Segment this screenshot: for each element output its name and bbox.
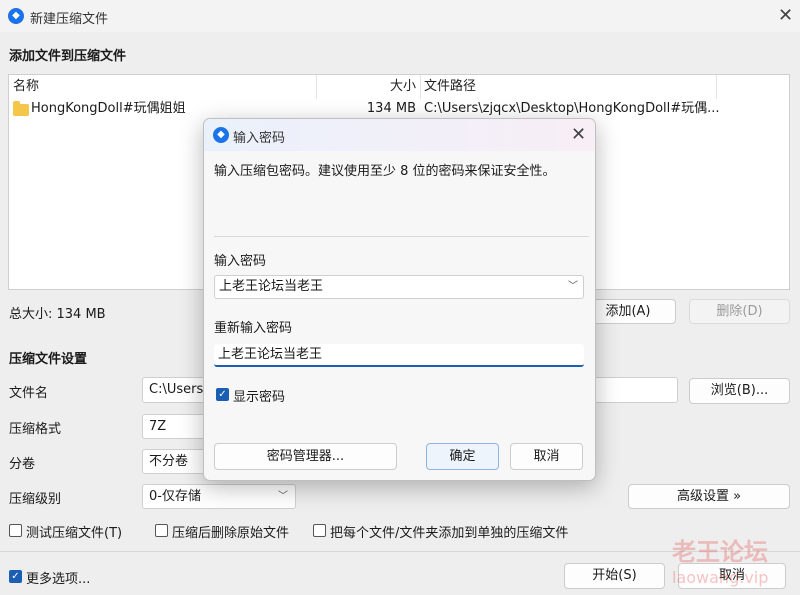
chevron-down-icon[interactable]: ﹀ xyxy=(568,276,578,297)
password-label: 输入密码 xyxy=(214,254,267,269)
password-combobox[interactable]: 上老王论坛当老王 ﹀ xyxy=(214,275,584,299)
more-options-checkbox[interactable]: ✓ xyxy=(9,570,22,583)
password-dialog: ◆ 输入密码 ✕ 输入压缩包密码。建议使用至少 8 位的密码来保证安全性。 输入… xyxy=(203,118,596,481)
window-title-bar: ◆ 新建压缩文件 ✕ xyxy=(0,0,800,32)
section-settings: 压缩文件设置 xyxy=(9,352,88,367)
folder-icon xyxy=(13,101,29,116)
show-password-checkbox[interactable]: ✓ xyxy=(216,388,229,401)
separate-archives-label[interactable]: 把每个文件/文件夹添加到单独的压缩文件 xyxy=(330,522,568,541)
table-row[interactable]: HongKongDoll#玩偶姐姐 134 MB C:\Users\zjqcx\… xyxy=(9,99,789,119)
dialog-title-bar: ◆ 输入密码 ✕ xyxy=(204,119,595,151)
advanced-settings-button[interactable]: 高级设置 » xyxy=(628,484,790,509)
browse-button[interactable]: 浏览(B)... xyxy=(689,378,790,404)
test-archive-checkbox[interactable] xyxy=(9,524,22,537)
delete-original-checkbox[interactable] xyxy=(155,524,168,537)
repeat-password-input[interactable]: 上老王论坛当老王 xyxy=(214,344,584,367)
dialog-cancel-button[interactable]: 取消 xyxy=(510,443,583,470)
window-close-icon[interactable]: ✕ xyxy=(778,7,793,25)
app-logo-icon: ◆ xyxy=(8,8,24,24)
section-add-files: 添加文件到压缩文件 xyxy=(9,49,127,64)
more-options-label[interactable]: 更多选项... xyxy=(26,568,90,587)
level-label: 压缩级别 xyxy=(9,492,62,507)
dialog-close-icon[interactable]: ✕ xyxy=(571,126,586,144)
separate-archives-checkbox[interactable] xyxy=(313,524,326,537)
test-archive-label[interactable]: 测试压缩文件(T) xyxy=(26,522,122,541)
level-select[interactable]: 0-仅存储 ﹀ xyxy=(142,484,296,509)
column-size-header[interactable]: 大小 xyxy=(379,75,416,99)
filename-label: 文件名 xyxy=(9,386,49,401)
repeat-password-label: 重新输入密码 xyxy=(214,321,293,336)
column-separator xyxy=(420,75,421,99)
split-label: 分卷 xyxy=(9,457,36,472)
password-value: 上老王论坛当老王 xyxy=(219,279,324,294)
start-button[interactable]: 开始(S) xyxy=(564,563,665,589)
watermark-text: 老王论坛 xyxy=(672,538,768,566)
file-name: HongKongDoll#玩偶姐姐 xyxy=(31,101,186,116)
dialog-title: 输入密码 xyxy=(233,131,286,146)
format-label: 压缩格式 xyxy=(9,422,62,437)
column-path-header[interactable]: 文件路径 xyxy=(424,75,476,99)
show-password-label[interactable]: 显示密码 xyxy=(233,386,285,405)
divider xyxy=(214,236,589,237)
password-manager-button[interactable]: 密码管理器... xyxy=(214,443,397,470)
total-size: 总大小: 134 MB xyxy=(9,307,106,322)
column-separator xyxy=(316,75,317,99)
app-logo-icon: ◆ xyxy=(213,127,229,143)
window-title: 新建压缩文件 xyxy=(30,12,109,27)
file-path: C:\Users\zjqcx\Desktop\HongKongDoll#玩偶..… xyxy=(424,101,720,116)
delete-button[interactable]: 删除(D) xyxy=(689,299,790,324)
watermark-url: laowang.vip xyxy=(672,568,769,587)
delete-original-label[interactable]: 压缩后删除原始文件 xyxy=(172,522,289,541)
ok-button[interactable]: 确定 xyxy=(426,443,499,470)
column-separator xyxy=(716,75,717,99)
level-value: 0-仅存储 xyxy=(149,489,201,504)
file-size: 134 MB xyxy=(366,101,416,116)
chevron-down-icon: ﹀ xyxy=(278,491,288,502)
password-hint: 输入压缩包密码。建议使用至少 8 位的密码来保证安全性。 xyxy=(214,164,556,179)
column-name-header[interactable]: 名称 xyxy=(13,75,39,99)
